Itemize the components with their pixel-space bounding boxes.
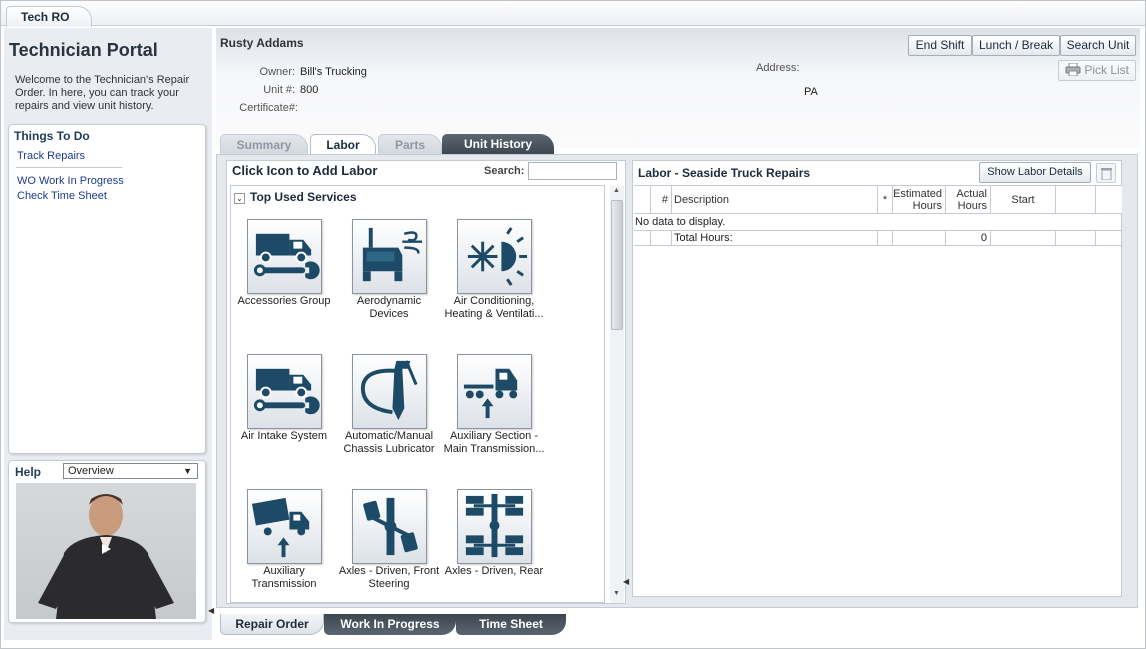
service-tile[interactable] — [352, 219, 427, 294]
search-label: Search: — [484, 165, 525, 177]
collapse-section-icon[interactable]: ⌄ — [234, 193, 245, 204]
labor-catalog-title: Click Icon to Add Labor — [232, 163, 378, 178]
column-description[interactable]: Description — [672, 186, 878, 214]
scroll-down-icon[interactable]: ▼ — [613, 590, 620, 597]
unit-label: Unit #: — [263, 84, 295, 96]
dump-truck-arrow-icon — [251, 497, 310, 558]
truck-wrench-icon — [253, 233, 320, 280]
pick-list-label: Pick List — [1084, 63, 1130, 77]
scroll-up-icon[interactable]: ▲ — [613, 187, 620, 194]
service-tile[interactable] — [457, 354, 532, 429]
top-used-services-title: Top Used Services — [250, 190, 357, 204]
column-actual-hours[interactable]: Actual Hours — [946, 186, 991, 214]
link-wo-work-in-progress[interactable]: WO Work In Progress — [17, 175, 124, 187]
presenter-image — [38, 494, 174, 619]
tab-repair-order[interactable]: Repair Order — [220, 614, 324, 635]
rear-axle-icon — [465, 493, 524, 558]
splitter-handle-icon[interactable]: ◀ — [623, 577, 629, 586]
things-to-do-panel — [8, 124, 206, 454]
link-check-time-sheet[interactable]: Check Time Sheet — [17, 190, 107, 202]
truck-wrench-icon — [253, 368, 320, 415]
dropdown-arrow-icon: ▼ — [183, 466, 192, 476]
total-hours-label: Total Hours: — [672, 231, 878, 246]
divider — [16, 167, 122, 168]
service-tile[interactable] — [457, 219, 532, 294]
owner-value: Bill's Trucking — [300, 66, 367, 78]
column-start[interactable]: Start — [991, 186, 1056, 214]
snowflake-sun-icon — [467, 227, 528, 286]
scrollbar-thumb[interactable] — [611, 200, 623, 330]
portal-title: Technician Portal — [9, 40, 158, 60]
service-label[interactable]: Air Conditioning, Heating & Ventilati... — [442, 295, 546, 321]
service-tile[interactable] — [247, 219, 322, 294]
truck-wind-icon — [362, 227, 423, 282]
tab-work-in-progress[interactable]: Work In Progress — [324, 614, 456, 635]
service-tile[interactable] — [247, 354, 322, 429]
front-axle-icon — [363, 497, 418, 556]
printer-icon — [1065, 62, 1081, 77]
address-label: Address: — [756, 62, 800, 74]
service-label[interactable]: Air Intake System — [232, 430, 336, 443]
address-state: PA — [804, 86, 818, 98]
service-label[interactable]: Axles - Driven, Rear — [442, 565, 546, 578]
owner-label: Owner: — [259, 66, 295, 78]
search-unit-button[interactable]: Search Unit — [1060, 35, 1136, 56]
help-video[interactable] — [16, 483, 196, 619]
help-topic-select[interactable]: Overview ▼ — [63, 463, 198, 479]
grease-gun-icon — [360, 360, 418, 421]
lunch-break-button[interactable]: Lunch / Break — [972, 35, 1060, 56]
pick-list-button[interactable]: Pick List — [1058, 60, 1136, 81]
service-tile[interactable] — [457, 489, 532, 564]
service-tile[interactable] — [352, 354, 427, 429]
link-track-repairs[interactable]: Track Repairs — [17, 150, 85, 162]
column-estimated-hours[interactable]: Estimated Hours — [893, 186, 946, 214]
help-topic-value: Overview — [68, 465, 114, 477]
tab-time-sheet[interactable]: Time Sheet — [456, 614, 566, 635]
top-tab-strip — [0, 0, 1146, 26]
technician-name: Rusty Addams — [220, 36, 304, 50]
unit-value: 800 — [300, 84, 319, 96]
service-label[interactable]: Accessories Group — [232, 295, 336, 308]
things-to-do-title: Things To Do — [14, 129, 90, 143]
service-tile[interactable] — [247, 489, 322, 564]
welcome-text: Welcome to the Technician's Repair Order… — [15, 74, 190, 112]
total-hours-value: 0 — [946, 231, 991, 246]
service-tile[interactable] — [352, 489, 427, 564]
service-label[interactable]: Automatic/Manual Chassis Lubricator — [337, 430, 441, 456]
empty-message: No data to display. — [635, 216, 726, 228]
tab-summary[interactable]: Summary — [220, 134, 308, 155]
tractor-arrow-icon — [463, 368, 518, 419]
column-flag[interactable]: * — [878, 186, 893, 214]
labor-grid-header: # Description * Estimated Hours Actual Hou… — [634, 185, 1122, 214]
column-number[interactable]: # — [651, 186, 672, 214]
labor-grid-title: Labor - Seaside Truck Repairs — [638, 166, 811, 180]
tab-unit-history[interactable]: Unit History — [442, 134, 554, 155]
certificate-label: Certificate#: — [239, 102, 298, 114]
tab-tech-ro[interactable]: Tech RO — [6, 6, 93, 27]
delete-icon[interactable] — [1096, 163, 1116, 183]
labor-search-input[interactable] — [528, 162, 617, 180]
help-title: Help — [15, 465, 42, 479]
service-label[interactable]: Auxiliary Transmission — [232, 565, 336, 591]
show-labor-details-button[interactable]: Show Labor Details — [979, 162, 1091, 183]
service-label[interactable]: Aerodynamic Devices — [337, 295, 441, 321]
total-row: Total Hours: 0 — [634, 230, 1122, 246]
service-label[interactable]: Auxiliary Section - Main Transmission... — [442, 430, 546, 456]
end-shift-button[interactable]: End Shift — [908, 35, 972, 56]
collapse-sidebar-icon[interactable]: ◀ — [208, 606, 214, 622]
tab-parts[interactable]: Parts — [378, 134, 442, 155]
tab-labor[interactable]: Labor — [310, 134, 376, 155]
service-label[interactable]: Axles - Driven, Front Steering — [337, 565, 441, 591]
